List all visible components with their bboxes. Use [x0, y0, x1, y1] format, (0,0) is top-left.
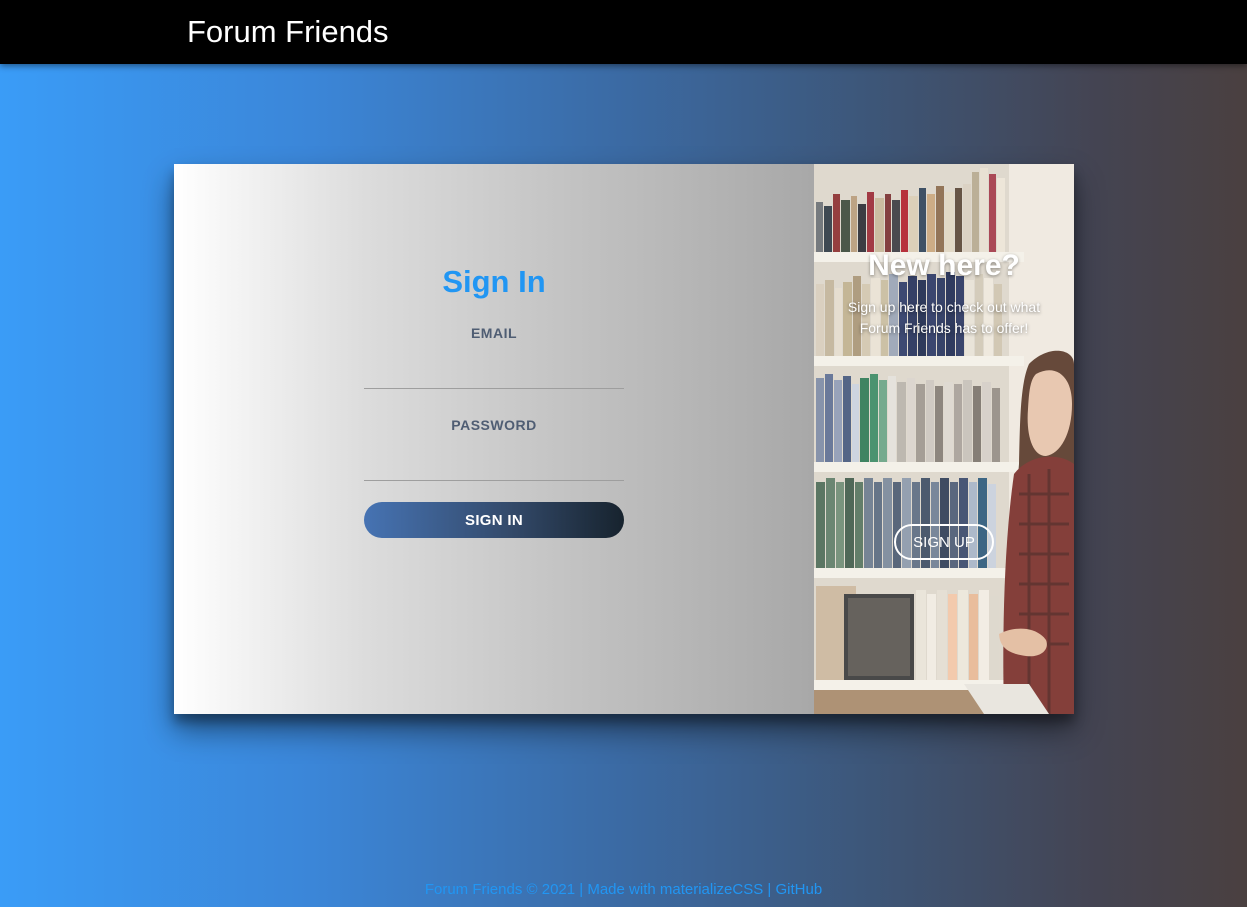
email-field[interactable]: [364, 353, 624, 389]
footer-copyright-link[interactable]: Forum Friends © 2021: [425, 881, 575, 898]
password-label: PASSWORD: [451, 417, 537, 433]
signup-description: Sign up here to check out what Forum Fri…: [847, 299, 1041, 336]
signup-title: New here?: [868, 249, 1020, 282]
footer-github-link[interactable]: GitHub: [776, 881, 823, 898]
footer-separator: |: [767, 881, 772, 898]
signup-button[interactable]: SIGN UP: [894, 524, 994, 560]
navbar: Forum Friends: [0, 0, 1247, 64]
footer: Forum Friends © 2021 | Made with materia…: [0, 880, 1247, 900]
signin-panel: Sign In EMAIL PASSWORD SIGN IN: [174, 164, 814, 714]
signin-button[interactable]: SIGN IN: [364, 502, 624, 538]
bookshelf-photo: [814, 164, 1074, 714]
signup-panel: New here? Sign up here to check out what…: [814, 164, 1074, 714]
email-label: EMAIL: [470, 325, 518, 341]
footer-separator: |: [579, 881, 584, 898]
auth-card: Sign In EMAIL PASSWORD SIGN IN New here?…: [174, 164, 1074, 714]
signin-title: Sign In: [442, 264, 546, 299]
password-field[interactable]: [364, 445, 624, 481]
footer-materialize-link[interactable]: Made with materializeCSS: [587, 881, 763, 898]
brand-logo-link[interactable]: Forum Friends: [187, 14, 389, 50]
